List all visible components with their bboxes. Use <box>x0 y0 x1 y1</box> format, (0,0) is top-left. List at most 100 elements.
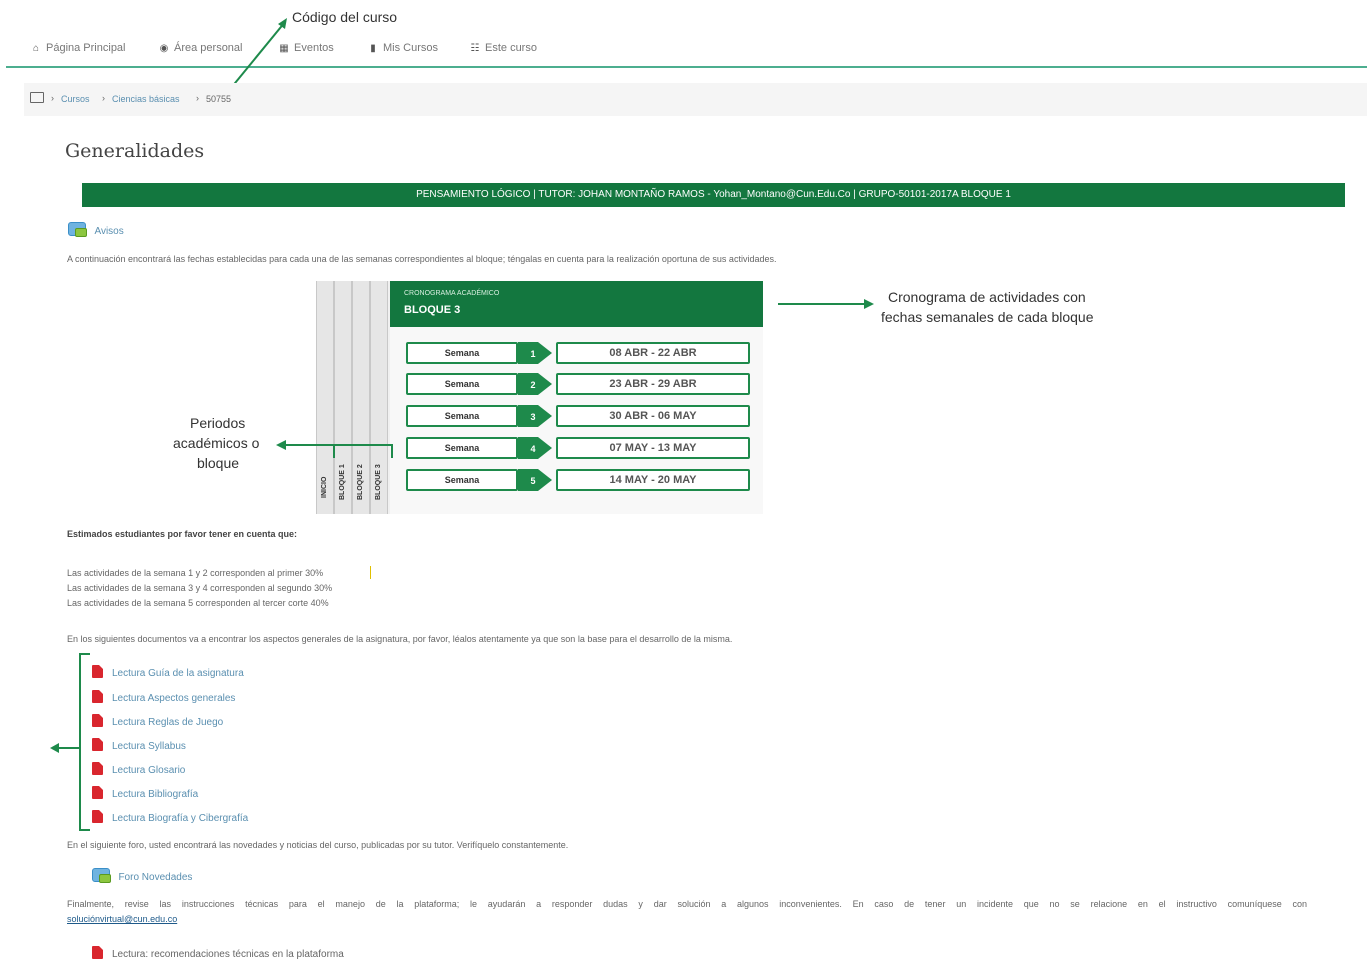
folder-icon[interactable] <box>30 92 44 103</box>
pdf-icon <box>92 946 103 959</box>
pdf-icon <box>92 810 103 823</box>
pdf-icon <box>92 665 103 678</box>
week-dates: 08 ABR - 22 ABR <box>556 342 750 364</box>
home-icon: ⌂ <box>32 43 40 54</box>
breadcrumb-separator: › <box>196 93 199 103</box>
period-label-bloque1: BLOQUE 1 <box>339 464 346 500</box>
course-banner: PENSAMIENTO LÓGICO | TUTOR: JOHAN MONTAÑ… <box>82 183 1345 207</box>
week-label: Semana <box>406 373 518 395</box>
week-label: Semana <box>406 437 518 459</box>
intro-text: A continuación encontrará las fechas est… <box>67 254 777 264</box>
nav-my-courses[interactable]: ▮ Mis Cursos <box>367 42 438 54</box>
notes-line: Las actividades de la semana 1 y 2 corre… <box>67 568 324 578</box>
week-number: 3 <box>530 412 535 422</box>
week-number: 2 <box>530 380 535 390</box>
document-link-label: Lectura Biografía y Cibergrafía <box>112 813 249 824</box>
document-link[interactable]: Lectura Aspectos generales <box>92 690 235 704</box>
schedule-annotation-arrow <box>778 299 874 309</box>
final-text: Finalmente, revise las instrucciones téc… <box>67 899 1307 909</box>
week-number: 1 <box>530 349 535 359</box>
nav-my-courses-label: Mis Cursos <box>383 42 439 54</box>
week-number: 5 <box>530 476 535 486</box>
document-link-label: Lectura Reglas de Juego <box>112 717 224 728</box>
period-label-bloque3: BLOQUE 3 <box>375 464 382 500</box>
document-link[interactable]: Lectura: recomendaciones técnicas en la … <box>92 946 344 960</box>
page-title: Generalidades <box>65 140 205 162</box>
nav-home[interactable]: ⌂ Página Principal <box>30 42 126 54</box>
schedule-header: CRONOGRAMA ACADÉMICO BLOQUE 3 <box>390 281 763 327</box>
document-link-label: Lectura Aspectos generales <box>112 693 236 704</box>
pdf-icon <box>92 714 103 727</box>
document-link-label: Lectura Guía de la asignatura <box>112 668 244 679</box>
breadcrumb-item-cursos[interactable]: Cursos <box>61 94 90 104</box>
notes-line: Las actividades de la semana 3 y 4 corre… <box>67 583 333 593</box>
pdf-icon <box>92 738 103 751</box>
periods-annotation-line3: bloque <box>197 455 240 471</box>
avisos-link[interactable]: Avisos <box>68 221 124 239</box>
notes-line: Las actividades de la semana 5 correspon… <box>67 598 329 608</box>
breadcrumb: › Cursos › Ciencias básicas › 50755 <box>24 83 1367 116</box>
dashboard-icon: ◉ <box>159 43 169 54</box>
document-link[interactable]: Lectura Biografía y Cibergrafía <box>92 810 248 824</box>
support-email-link[interactable]: soluciónvirtual@cun.edu.co <box>67 914 177 924</box>
course-code-arrow <box>230 18 287 89</box>
schedule-header-small: CRONOGRAMA ACADÉMICO <box>404 290 500 297</box>
periods-annotation-arrow <box>276 440 393 458</box>
period-label-inicio: INICIO <box>321 476 328 498</box>
schedule-annotation-line2: fechas semanales de cada bloque <box>881 309 1094 325</box>
course-code-annotation: Código del curso <box>292 9 398 25</box>
forum-link[interactable]: Foro Novedades <box>92 867 192 885</box>
sitemap-icon: ☷ <box>470 43 480 54</box>
forum-label: Foro Novedades <box>118 872 193 883</box>
forum-icon <box>92 868 111 883</box>
document-link-label: Lectura Glosario <box>112 765 186 776</box>
week-dates: 23 ABR - 29 ABR <box>556 373 750 395</box>
text-cursor <box>370 566 371 579</box>
week-dates: 14 MAY - 20 MAY <box>556 469 750 491</box>
pdf-icon <box>92 786 103 799</box>
nav-this-course-label: Este curso <box>485 42 537 54</box>
document-link[interactable]: Lectura Guía de la asignatura <box>92 665 244 679</box>
breadcrumb-separator: › <box>102 93 105 103</box>
week-label: Semana <box>406 469 518 491</box>
pdf-icon <box>92 690 103 703</box>
nav-this-course[interactable]: ☷ Este curso <box>469 42 537 54</box>
week-arrow: 4 <box>518 437 552 459</box>
nav-home-label: Página Principal <box>46 42 126 54</box>
document-link-label: Lectura Syllabus <box>112 741 186 752</box>
docs-intro: En los siguientes documentos va a encont… <box>67 634 733 644</box>
week-label: Semana <box>406 405 518 427</box>
course-banner-text: PENSAMIENTO LÓGICO | TUTOR: JOHAN MONTAÑ… <box>416 189 1011 200</box>
week-dates: 30 ABR - 06 MAY <box>556 405 750 427</box>
document-link-label: Lectura: recomendaciones técnicas en la … <box>112 949 344 960</box>
breadcrumb-separator: › <box>51 93 54 103</box>
week-number: 4 <box>530 444 535 454</box>
breadcrumb-item-ciencias[interactable]: Ciencias básicas <box>112 94 180 104</box>
periods-annotation-line1: Periodos <box>190 415 246 431</box>
document-link[interactable]: Lectura Bibliografía <box>92 786 198 800</box>
avisos-label: Avisos <box>94 226 124 237</box>
breadcrumb-item-code: 50755 <box>206 94 232 104</box>
periods-annotation-line2: académicos o <box>173 435 260 451</box>
document-link-label: Lectura Bibliografía <box>112 789 199 800</box>
week-arrow: 2 <box>518 373 552 395</box>
document-link[interactable]: Lectura Glosario <box>92 762 185 776</box>
document-link[interactable]: Lectura Reglas de Juego <box>92 714 223 728</box>
forum-intro: En el siguiente foro, usted encontrará l… <box>67 840 569 850</box>
nav-events-label: Eventos <box>294 42 334 54</box>
pdf-icon <box>92 762 103 775</box>
notes-heading: Estimados estudiantes por favor tener en… <box>67 529 298 539</box>
schedule-header-title: BLOQUE 3 <box>404 304 461 316</box>
week-arrow: 3 <box>518 405 552 427</box>
briefcase-icon: ▮ <box>370 43 376 54</box>
forum-icon <box>68 222 87 237</box>
nav-divider <box>6 66 1367 68</box>
week-dates: 07 MAY - 13 MAY <box>556 437 750 459</box>
period-label-bloque2: BLOQUE 2 <box>357 464 364 500</box>
schedule-annotation-line1: Cronograma de actividades con <box>888 289 1086 305</box>
week-arrow: 5 <box>518 469 552 491</box>
week-label: Semana <box>406 342 518 364</box>
document-link[interactable]: Lectura Syllabus <box>92 738 186 752</box>
documents-bracket <box>50 653 90 831</box>
week-arrow: 1 <box>518 342 552 364</box>
